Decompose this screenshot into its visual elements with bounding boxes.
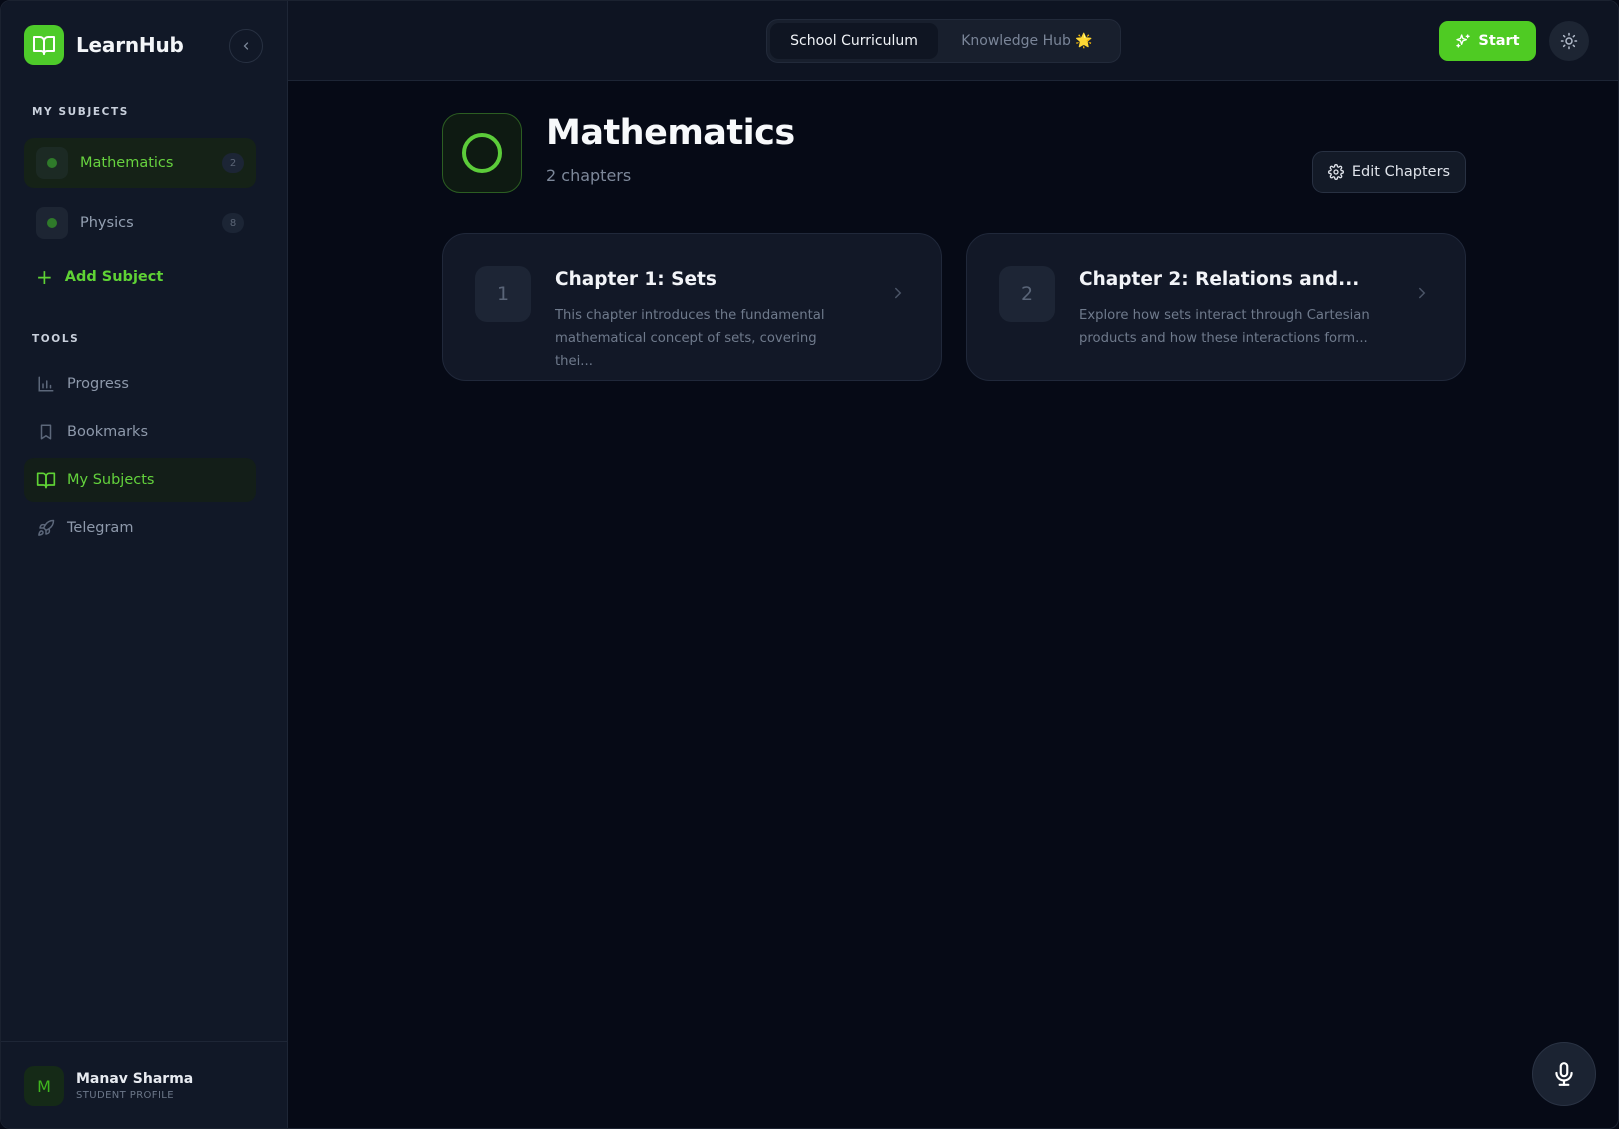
- tool-label: Progress: [67, 376, 129, 392]
- chapter-card[interactable]: 1 Chapter 1: Sets This chapter introduce…: [442, 233, 942, 381]
- sidebar-item-mathematics[interactable]: Mathematics 2: [24, 138, 256, 188]
- tool-label: Telegram: [67, 520, 134, 536]
- chevron-right-icon: [1419, 287, 1426, 299]
- chapter-number: 1: [475, 266, 531, 322]
- voice-input-button[interactable]: [1532, 1042, 1596, 1106]
- start-button[interactable]: Start: [1439, 21, 1536, 61]
- theme-toggle-button[interactable]: [1549, 21, 1589, 61]
- brand-name: LearnHub: [76, 33, 184, 57]
- chapter-number: 2: [999, 266, 1055, 322]
- bar-chart-icon: [36, 374, 56, 394]
- chapter-description: Explore how sets interact through Cartes…: [1079, 308, 1370, 346]
- tool-label: Bookmarks: [67, 424, 149, 440]
- user-profile[interactable]: M Manav Sharma STUDENT PROFILE: [1, 1041, 288, 1128]
- tools-heading: TOOLS: [32, 333, 80, 345]
- chapter-count: 2 chapters: [546, 166, 632, 185]
- tab-knowledge-hub[interactable]: Knowledge Hub 🌟: [938, 23, 1116, 59]
- open-book-icon: [36, 470, 56, 490]
- subject-icon: [36, 207, 68, 239]
- sidebar-item-my-subjects[interactable]: My Subjects: [24, 458, 256, 502]
- chevron-right-icon: [895, 287, 902, 299]
- profile-name: Manav Sharma: [76, 1071, 194, 1087]
- edit-chapters-button[interactable]: Edit Chapters: [1312, 151, 1466, 193]
- subject-icon: [36, 147, 68, 179]
- top-bar: School Curriculum Knowledge Hub 🌟 Start: [288, 1, 1618, 81]
- profile-role: STUDENT PROFILE: [76, 1090, 175, 1101]
- tool-label: My Subjects: [67, 472, 155, 488]
- chapter-title: Chapter 1: Sets: [555, 269, 717, 290]
- sidebar-item-physics[interactable]: Physics 8: [24, 198, 256, 248]
- plus-icon: +: [36, 265, 53, 289]
- sparkles-icon: [1456, 34, 1471, 48]
- bookmark-icon: [36, 422, 56, 442]
- subject-dot-icon: [47, 218, 57, 228]
- rocket-icon: [36, 518, 56, 538]
- avatar: M: [24, 1066, 64, 1106]
- collapse-sidebar-button[interactable]: [229, 29, 263, 63]
- subject-count-badge: 8: [222, 213, 244, 233]
- add-subject-label: Add Subject: [64, 269, 164, 285]
- subject-dot-icon: [47, 158, 57, 168]
- chapter-card[interactable]: 2 Chapter 2: Relations and... Explore ho…: [966, 233, 1466, 381]
- chapter-title: Chapter 2: Relations and...: [1079, 269, 1360, 290]
- my-subjects-heading: MY SUBJECTS: [32, 106, 129, 118]
- edit-chapters-label: Edit Chapters: [1351, 164, 1451, 180]
- sidebar-item-bookmarks[interactable]: Bookmarks: [24, 410, 256, 454]
- mode-tabs: School Curriculum Knowledge Hub 🌟: [766, 19, 1121, 63]
- chevron-left-icon: [243, 42, 249, 50]
- sidebar: LearnHub MY SUBJECTS Mathematics 2 Physi…: [1, 1, 288, 1128]
- app-window: LearnHub MY SUBJECTS Mathematics 2 Physi…: [0, 0, 1619, 1129]
- add-subject-button[interactable]: + Add Subject: [36, 267, 163, 287]
- open-book-icon: [24, 25, 64, 65]
- microphone-icon: [1555, 1062, 1573, 1086]
- subject-name: Physics: [80, 215, 134, 231]
- sidebar-item-progress[interactable]: Progress: [24, 362, 256, 406]
- brand[interactable]: LearnHub: [24, 25, 184, 65]
- sidebar-item-telegram[interactable]: Telegram: [24, 506, 256, 550]
- subject-name: Mathematics: [80, 155, 174, 171]
- start-label: Start: [1478, 33, 1520, 49]
- tab-school-curriculum[interactable]: School Curriculum: [770, 23, 938, 59]
- subject-header-icon: [442, 113, 522, 193]
- subject-count-badge: 2: [222, 153, 244, 173]
- sun-icon: [1560, 32, 1578, 50]
- gear-icon: [1327, 164, 1344, 180]
- page-title: Mathematics: [546, 113, 795, 153]
- chapter-description: This chapter introduces the fundamental …: [555, 308, 825, 369]
- circle-icon: [462, 133, 502, 173]
